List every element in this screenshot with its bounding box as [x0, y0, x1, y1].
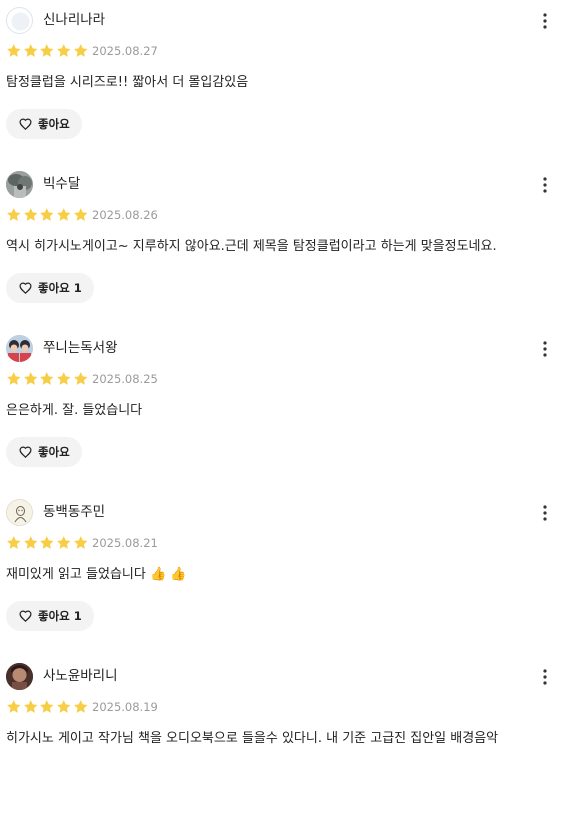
reviewer-nickname[interactable]: 동백동주민 — [43, 503, 105, 521]
heart-outline-icon — [19, 118, 32, 130]
star-icon — [7, 536, 21, 549]
star-icon — [23, 700, 38, 713]
star-icon — [57, 372, 71, 385]
star-icon — [40, 372, 54, 385]
review-date: 2025.08.19 — [92, 700, 158, 714]
star-icon — [23, 208, 38, 221]
review-item: 빅수달 2025.08.26 역시 히가시노게이고~ 지루하지 않아요.근데 제… — [0, 164, 571, 328]
star-icon — [40, 536, 54, 549]
review-date: 2025.08.25 — [92, 372, 158, 386]
star-icon — [73, 536, 88, 549]
like-label: 좋아요 — [38, 445, 70, 459]
like-label: 좋아요 — [38, 609, 70, 623]
avatar[interactable] — [6, 171, 33, 198]
like-button[interactable]: 좋아요 — [6, 437, 82, 467]
star-icon — [57, 208, 71, 221]
reviewer-nickname[interactable]: 쭈니는독서왕 — [43, 339, 118, 357]
review-item: 사노윤바리니 2025.08.19 히가시노 게이고 작가님 책을 오디오북으로… — [0, 656, 571, 820]
avatar[interactable] — [6, 663, 33, 690]
star-icon — [7, 44, 21, 57]
review-item: 동백동주민 2025.08.21 재미있게 읽고 들었습니다 👍 👍 좋아요 1 — [0, 492, 571, 656]
review-item: 신나리나라 2025.08.27 탐정클럽을 시리즈로!! 짧아서 더 몰입감있… — [0, 0, 571, 164]
review-content: 탐정클럽을 시리즈로!! 짧아서 더 몰입감있음 — [6, 75, 249, 90]
like-button[interactable]: 좋아요 — [6, 109, 82, 139]
star-icon — [73, 700, 88, 713]
review-date: 2025.08.27 — [92, 44, 158, 58]
review-item: 쭈니는독서왕 2025.08.25 은은하게. 잘. 들었습니다 좋아요 — [0, 328, 571, 492]
like-count: 1 — [73, 281, 82, 295]
review-content: 재미있게 읽고 들었습니다 👍 👍 — [6, 567, 187, 582]
avatar[interactable] — [6, 499, 33, 526]
star-icon — [73, 44, 88, 57]
reviewer-nickname[interactable]: 사노윤바리니 — [43, 667, 118, 685]
star-icon — [23, 44, 38, 57]
more-vertical-icon[interactable] — [530, 170, 560, 200]
star-icon — [7, 700, 21, 713]
like-button[interactable]: 좋아요 1 — [6, 601, 94, 631]
star-rating — [6, 207, 88, 223]
star-icon — [40, 700, 54, 713]
star-icon — [7, 372, 21, 385]
heart-outline-icon — [19, 446, 32, 458]
star-icon — [73, 208, 88, 221]
review-content: 역시 히가시노게이고~ 지루하지 않아요.근데 제목을 탐정클럽이라고 하는게 … — [6, 239, 497, 254]
reviewer-nickname[interactable]: 빅수달 — [43, 175, 80, 193]
star-icon — [73, 372, 88, 385]
star-icon — [57, 700, 71, 713]
review-content: 히가시노 게이고 작가님 책을 오디오북으로 들을수 있다니. 내 기준 고급진… — [6, 731, 499, 746]
heart-outline-icon — [19, 610, 32, 622]
star-icon — [23, 536, 38, 549]
star-rating — [6, 535, 88, 551]
star-icon — [23, 372, 38, 385]
review-date: 2025.08.26 — [92, 208, 158, 222]
reviewer-nickname[interactable]: 신나리나라 — [43, 11, 105, 29]
star-icon — [57, 536, 71, 549]
star-icon — [7, 208, 21, 221]
avatar[interactable] — [6, 7, 33, 34]
more-vertical-icon[interactable] — [530, 498, 560, 528]
like-label: 좋아요 — [38, 117, 70, 131]
star-icon — [40, 208, 54, 221]
like-button[interactable]: 좋아요 1 — [6, 273, 94, 303]
review-content: 은은하게. 잘. 들었습니다 — [6, 403, 143, 418]
star-icon — [40, 44, 54, 57]
heart-outline-icon — [19, 282, 32, 294]
star-rating — [6, 371, 88, 387]
star-rating — [6, 43, 88, 59]
star-rating — [6, 699, 88, 715]
more-vertical-icon[interactable] — [530, 334, 560, 364]
more-vertical-icon[interactable] — [530, 6, 560, 36]
review-date: 2025.08.21 — [92, 536, 158, 550]
avatar[interactable] — [6, 335, 33, 362]
more-vertical-icon[interactable] — [530, 662, 560, 692]
star-icon — [57, 44, 71, 57]
like-label: 좋아요 — [38, 281, 70, 295]
like-count: 1 — [73, 609, 82, 623]
